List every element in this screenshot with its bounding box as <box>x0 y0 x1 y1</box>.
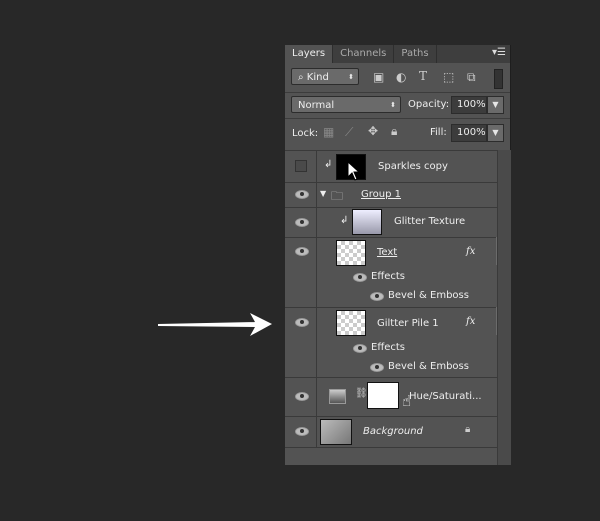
tab-paths[interactable]: Paths <box>394 45 437 63</box>
fill-input[interactable]: 100% <box>451 124 487 142</box>
smart-object-filter-icon[interactable]: ⧉ <box>467 70 476 85</box>
adjustment-icon <box>329 389 346 404</box>
layer-name[interactable]: Sparkles copy <box>378 161 448 172</box>
kind-label: Kind <box>306 72 329 83</box>
layer-sparkles-copy[interactable]: ↲ Sparkles copy <box>285 151 497 183</box>
effects-label: Effects <box>371 271 405 282</box>
scrollbar-track[interactable] <box>497 150 511 465</box>
cursor-hand-icon: ☝ <box>402 392 412 410</box>
panel-menu-icon[interactable]: ▾☰ <box>492 47 506 58</box>
opacity-input[interactable]: 100% <box>451 96 487 114</box>
tab-channels[interactable]: Channels <box>333 45 395 63</box>
layers-list: ↲ Sparkles copy ▼ 🗀 Group 1 ↲ Glitter Te… <box>285 150 505 466</box>
effects-eye-icon[interactable] <box>353 273 367 282</box>
visibility-toggle-empty[interactable] <box>295 160 307 172</box>
layer-thumbnail <box>336 240 366 266</box>
lock-position-icon[interactable]: ✥ <box>368 124 378 138</box>
filter-kind-select[interactable]: ⌕ Kind ⬍ <box>291 68 359 85</box>
effect-name[interactable]: Bevel & Emboss <box>388 290 469 301</box>
effects-label: Effects <box>371 342 405 353</box>
eye-icon[interactable] <box>295 247 309 256</box>
layer-name[interactable]: Glitter Texture <box>394 216 465 227</box>
eye-icon[interactable] <box>295 318 309 327</box>
arrow-annotation <box>158 313 272 336</box>
layer-thumbnail <box>336 310 366 336</box>
layer-name[interactable]: Text <box>377 247 397 258</box>
lock-label: Lock: <box>292 128 319 139</box>
mask-thumbnail <box>367 382 399 409</box>
layer-hue-saturation[interactable]: ⛓ Hue/Saturati... <box>285 377 497 417</box>
opacity-dropdown[interactable]: ▼ <box>487 96 504 114</box>
adjustment-filter-icon[interactable]: ◐ <box>396 70 406 84</box>
lock-icon: 🔒︎ <box>465 424 471 435</box>
fx-icon[interactable]: fx <box>466 246 475 257</box>
eye-icon[interactable] <box>295 427 309 436</box>
image-filter-icon[interactable]: ▣ <box>373 70 384 84</box>
lock-all-icon[interactable]: 🔒︎ <box>391 124 397 139</box>
cursor-arrow-icon <box>347 161 361 181</box>
expand-triangle-icon[interactable]: ▼ <box>320 189 326 198</box>
layer-thumbnail <box>352 209 382 235</box>
layer-text[interactable]: Text fx ▲ Effects Bevel & Emboss <box>285 237 505 308</box>
eye-icon[interactable] <box>295 218 309 227</box>
layer-giltter-pile-1[interactable]: Giltter Pile 1 fx ▲ Effects Bevel & Embo… <box>285 307 505 378</box>
opacity-label: Opacity: <box>408 99 450 110</box>
effect-eye-icon[interactable] <box>370 363 384 372</box>
layers-panel: Layers Channels Paths ▾☰ ⌕ Kind ⬍ ▣ ◐ T ⬚… <box>285 45 511 465</box>
type-filter-icon[interactable]: T <box>419 69 427 83</box>
layer-glitter-texture[interactable]: ↲ Glitter Texture <box>285 207 497 238</box>
shape-filter-icon[interactable]: ⬚ <box>443 70 454 84</box>
blend-mode-select[interactable]: Normal ⬍ <box>291 96 401 113</box>
layer-name[interactable]: Background <box>363 426 423 437</box>
effect-eye-icon[interactable] <box>370 292 384 301</box>
layer-name[interactable]: Giltter Pile 1 <box>377 318 439 329</box>
layer-name[interactable]: Hue/Saturati... <box>409 391 482 402</box>
clip-arrow-icon: ↲ <box>340 215 349 226</box>
effect-name[interactable]: Bevel & Emboss <box>388 361 469 372</box>
fill-dropdown[interactable]: ▼ <box>487 124 504 142</box>
eye-icon[interactable] <box>295 190 309 199</box>
search-icon: ⌕ <box>298 72 307 83</box>
effects-eye-icon[interactable] <box>353 344 367 353</box>
link-icon[interactable]: ⛓ <box>355 388 368 399</box>
tab-layers[interactable]: Layers <box>285 45 334 63</box>
fill-label: Fill: <box>430 127 447 138</box>
eye-icon[interactable] <box>295 392 309 401</box>
filter-toggle[interactable] <box>494 69 503 89</box>
panel-tabs: Layers Channels Paths ▾☰ <box>285 45 510 63</box>
lock-transparency-icon[interactable]: ▦ <box>323 125 334 139</box>
layer-thumbnail <box>320 419 352 445</box>
blend-mode-value: Normal <box>298 100 335 111</box>
folder-icon: 🗀 <box>331 189 344 203</box>
lock-paint-icon[interactable]: ⟋ <box>345 125 353 140</box>
clip-arrow-icon: ↲ <box>324 159 333 170</box>
layer-background[interactable]: Background 🔒︎ <box>285 416 497 448</box>
layer-name[interactable]: Group 1 <box>361 189 401 200</box>
fx-icon[interactable]: fx <box>466 316 475 327</box>
layer-group-1[interactable]: ▼ 🗀 Group 1 <box>285 182 497 208</box>
